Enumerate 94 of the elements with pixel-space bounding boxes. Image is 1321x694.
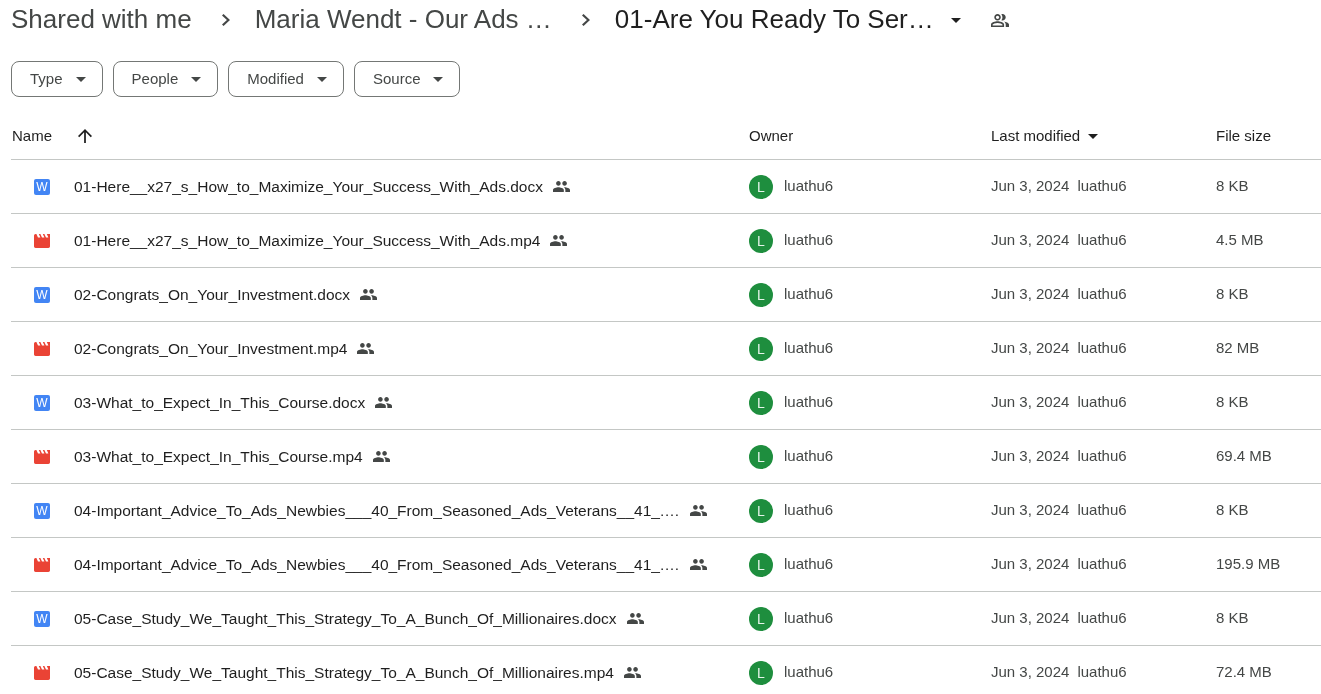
modified-date: Jun 3, 2024	[991, 392, 1070, 413]
owner-name: luathu6	[784, 284, 834, 305]
owner-name: luathu6	[784, 392, 834, 413]
file-row[interactable]: W 04-Important_Advice_To_Ads_Newbies___40_From_Seasoned_Ads_Veterans__41_.… L luathu6 Jun 3, 2024 luathu6 8 KB	[11, 484, 1321, 538]
file-size: 82 MB	[1216, 338, 1260, 359]
caret-icon	[191, 76, 202, 82]
avatar: L	[749, 282, 773, 307]
modified-by: luathu6	[1077, 284, 1127, 305]
folder-menu-button[interactable]: 01-Are You Ready To Ser…	[614, 4, 961, 36]
modified-by: luathu6	[1077, 554, 1127, 575]
caret-icon	[316, 76, 327, 82]
owner-name: luathu6	[784, 176, 834, 197]
avatar: L	[749, 336, 773, 361]
column-sort-button[interactable]: Last modified	[991, 124, 1099, 148]
modified-by: luathu6	[1077, 176, 1127, 197]
file-size: 4.5 MB	[1216, 230, 1264, 251]
column-header: Name	[11, 125, 52, 146]
modified-by: luathu6	[1077, 392, 1127, 413]
document-icon: W	[34, 502, 50, 519]
file-name: 03-What_to_Expect_In_This_Course.mp4	[74, 446, 363, 467]
file-name: 04-Important_Advice_To_Ads_Newbies___40_From_Seasoned_Ads_Veterans__41_.…	[74, 500, 680, 521]
file-name: 05-Case_Study_We_Taught_This_Strategy_To_A_Bunch_Of_Millionaires.docx	[74, 608, 617, 629]
breadcrumb-link[interactable]: Shared with me	[11, 4, 192, 36]
file-size: 69.4 MB	[1216, 446, 1272, 467]
owner-name: luathu6	[784, 338, 834, 359]
file-size: 8 KB	[1216, 284, 1249, 305]
file-row[interactable]: 02-Congrats_On_Your_Investment.mp4 L luathu6 Jun 3, 2024 luathu6 82 MB	[11, 322, 1321, 376]
modified-by: luathu6	[1077, 662, 1127, 683]
filter-button[interactable]: Modified	[228, 61, 344, 97]
arrow-up-icon[interactable]	[78, 129, 92, 143]
modified-date: Jun 3, 2024	[991, 338, 1070, 359]
document-icon: W	[34, 394, 50, 411]
document-icon: W	[34, 178, 50, 195]
avatar: L	[749, 552, 773, 577]
file-row[interactable]: W 01-Here__x27_s_How_to_Maximize_Your_Success_With_Ads.docx L luathu6 Jun 3, 2024 luathu6 8 KB	[11, 160, 1321, 214]
column-header: File size	[1216, 125, 1271, 146]
modified-date: Jun 3, 2024	[991, 284, 1070, 305]
modified-date: Jun 3, 2024	[991, 176, 1070, 197]
file-row[interactable]: 04-Important_Advice_To_Ads_Newbies___40_From_Seasoned_Ads_Veterans__41_.… L luathu6 Jun 3, 2024 luathu6 195.9 MB	[11, 538, 1321, 592]
file-name: 02-Congrats_On_Your_Investment.docx	[74, 284, 350, 305]
filter-button[interactable]: People	[112, 61, 219, 97]
breadcrumb-link[interactable]: Maria Wendt - Our Ads …	[254, 4, 552, 36]
caret-icon	[950, 17, 961, 23]
avatar: L	[749, 606, 773, 631]
file-size: 8 KB	[1216, 500, 1249, 521]
chevron-right-icon	[581, 14, 590, 26]
avatar: L	[749, 498, 773, 523]
modified-date: Jun 3, 2024	[991, 500, 1070, 521]
avatar: L	[749, 174, 773, 199]
file-size: 8 KB	[1216, 392, 1249, 413]
file-name: 02-Congrats_On_Your_Investment.mp4	[74, 338, 348, 359]
modified-by: luathu6	[1077, 608, 1127, 629]
chevron-right-icon	[221, 14, 230, 26]
caret-icon	[75, 76, 86, 82]
file-name: 01-Here__x27_s_How_to_Maximize_Your_Success_With_Ads.mp4	[74, 230, 541, 251]
file-name: 03-What_to_Expect_In_This_Course.docx	[74, 392, 366, 413]
file-row[interactable]: 03-What_to_Expect_In_This_Course.mp4 L luathu6 Jun 3, 2024 luathu6 69.4 MB	[11, 430, 1321, 484]
avatar: L	[749, 444, 773, 469]
file-row[interactable]: W 05-Case_Study_We_Taught_This_Strategy_To_A_Bunch_Of_Millionaires.docx L luathu6 Jun 3, 2024 luathu6 8 KB	[11, 592, 1321, 646]
owner-name: luathu6	[784, 662, 834, 683]
column-header: Owner	[749, 125, 794, 146]
file-row[interactable]: W 03-What_to_Expect_In_This_Course.docx L luathu6 Jun 3, 2024 luathu6 8 KB	[11, 376, 1321, 430]
modified-date: Jun 3, 2024	[991, 662, 1070, 683]
file-size: 8 KB	[1216, 176, 1249, 197]
modified-by: luathu6	[1077, 230, 1127, 251]
file-row[interactable]: 01-Here__x27_s_How_to_Maximize_Your_Success_With_Ads.mp4 L luathu6 Jun 3, 2024 luathu6 4.5 MB	[11, 214, 1321, 268]
file-size: 195.9 MB	[1216, 554, 1281, 575]
modified-date: Jun 3, 2024	[991, 446, 1070, 467]
modified-by: luathu6	[1077, 446, 1127, 467]
filter-button[interactable]: Source	[353, 61, 461, 97]
file-name: 01-Here__x27_s_How_to_Maximize_Your_Success_With_Ads.docx	[74, 176, 543, 197]
modified-date: Jun 3, 2024	[991, 230, 1070, 251]
avatar: L	[749, 228, 773, 253]
owner-name: luathu6	[784, 554, 834, 575]
file-size: 8 KB	[1216, 608, 1249, 629]
owner-name: luathu6	[784, 500, 834, 521]
file-row[interactable]: W 02-Congrats_On_Your_Investment.docx L luathu6 Jun 3, 2024 luathu6 8 KB	[11, 268, 1321, 322]
file-name: 05-Case_Study_We_Taught_This_Strategy_To_A_Bunch_Of_Millionaires.mp4	[74, 662, 614, 683]
owner-name: luathu6	[784, 230, 834, 251]
owner-name: luathu6	[784, 608, 834, 629]
file-row[interactable]: 05-Case_Study_We_Taught_This_Strategy_To_A_Bunch_Of_Millionaires.mp4 L luathu6 Jun 3, 2024 luathu6 72.4 MB	[11, 646, 1321, 694]
avatar: L	[749, 660, 773, 685]
modified-by: luathu6	[1077, 500, 1127, 521]
modified-date: Jun 3, 2024	[991, 554, 1070, 575]
caret-icon	[433, 76, 444, 82]
modified-date: Jun 3, 2024	[991, 608, 1070, 629]
file-name: 04-Important_Advice_To_Ads_Newbies___40_From_Seasoned_Ads_Veterans__41_.…	[74, 554, 680, 575]
owner-name: luathu6	[784, 446, 834, 467]
document-icon: W	[34, 286, 50, 303]
avatar: L	[749, 390, 773, 415]
filter-button[interactable]: Type	[11, 61, 103, 97]
file-size: 72.4 MB	[1216, 662, 1272, 683]
modified-by: luathu6	[1077, 338, 1127, 359]
document-icon: W	[34, 610, 50, 627]
